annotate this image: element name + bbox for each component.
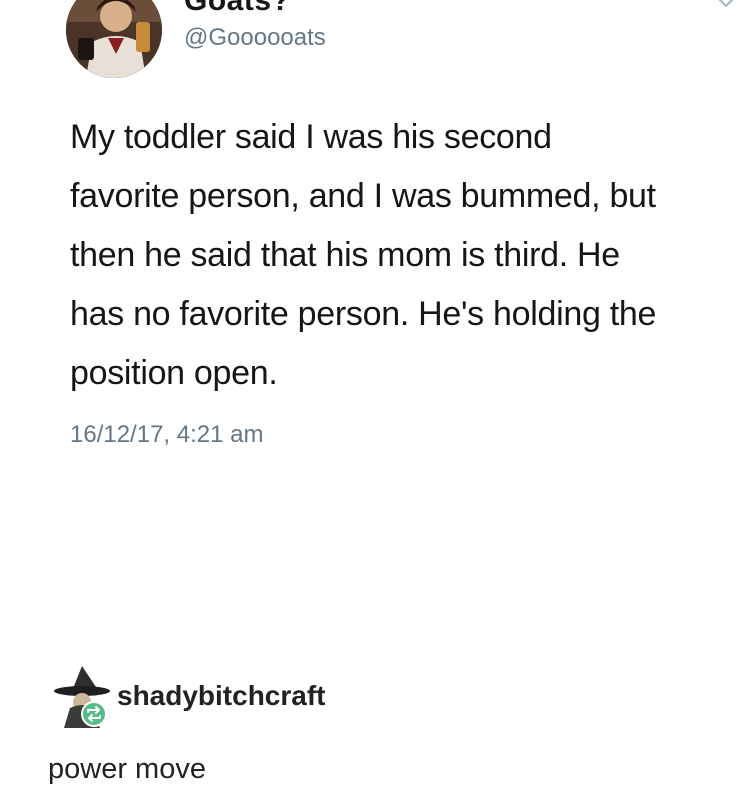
tweet-avatar[interactable] <box>66 0 162 78</box>
tweet-text-line: My toddler said I was his second <box>70 118 552 156</box>
tweet-text-line: position open. <box>70 354 278 392</box>
reblog-entry: shadybitchcraft power move <box>0 650 756 804</box>
reblog-icon <box>81 701 107 727</box>
reblog-username[interactable]: shadybitchcraft <box>117 680 326 712</box>
tweet-display-name[interactable]: Goats? <box>184 0 290 16</box>
tweet-timestamp[interactable]: 16/12/17, 4:21 am <box>70 420 263 450</box>
tweet-card: Goats? @Goooooats My toddler said I was … <box>0 0 756 640</box>
tweet-text-line: favorite person, and I was bummed, but <box>70 177 656 215</box>
chevron-down-icon[interactable] <box>714 0 738 10</box>
tweet-text-line: has no favorite person. He's holding the <box>70 295 657 333</box>
profile-avatar-icon <box>66 0 162 78</box>
tweet-text: My toddler said I was his second favorite… <box>70 108 740 403</box>
tweet-text-line: then he said that his mom is third. He <box>70 236 620 274</box>
reblog-comment: power move <box>48 753 206 785</box>
witch-hat-avatar-icon[interactable] <box>52 666 112 728</box>
tweet-handle[interactable]: @Goooooats <box>184 23 326 53</box>
